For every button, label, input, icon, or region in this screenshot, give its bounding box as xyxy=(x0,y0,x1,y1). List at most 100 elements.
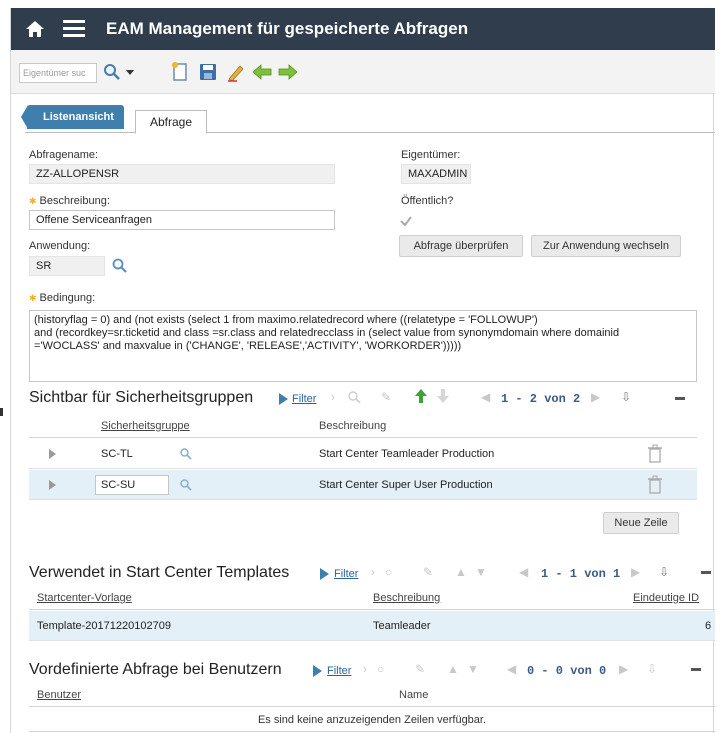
templates-title: Verwendet in Start Center Templates xyxy=(29,564,290,581)
col-unique-id[interactable]: Eindeutige ID xyxy=(633,592,699,604)
down-arrow-icon[interactable]: ▼ xyxy=(467,662,479,676)
filter-triangle-icon[interactable] xyxy=(279,393,288,405)
public-checkbox-icon[interactable] xyxy=(399,214,413,228)
next-page-icon[interactable]: ▶ xyxy=(591,390,600,404)
owner-search-input[interactable]: Eigentümer suc xyxy=(19,63,97,83)
download-icon[interactable]: ⇩ xyxy=(647,662,657,676)
owner-label: Eigentümer: xyxy=(401,149,461,161)
clear-filter-icon[interactable]: ✎ xyxy=(415,662,425,676)
prev-page-icon[interactable]: ◀ xyxy=(507,662,516,676)
application-field[interactable]: SR xyxy=(29,256,105,276)
download-icon[interactable]: ⇩ xyxy=(659,565,669,579)
security-group-input[interactable]: SC-SU xyxy=(95,475,169,495)
users-pager: 0 - 0 von 0 xyxy=(527,664,607,678)
home-icon[interactable] xyxy=(25,19,45,39)
table-row[interactable]: SC-TL Start Center Teamleader Production xyxy=(29,439,697,469)
query-name-field[interactable]: ZZ-ALLOPENSR xyxy=(29,164,335,184)
delete-trash-icon[interactable] xyxy=(647,444,663,464)
lookup-icon[interactable] xyxy=(179,478,193,492)
col-description[interactable]: Beschreibung xyxy=(373,592,440,604)
previous-arrow-icon[interactable] xyxy=(251,61,273,83)
prev-page-icon[interactable]: ◀ xyxy=(519,565,528,579)
filter-chevron-icon[interactable]: › xyxy=(363,662,367,676)
collapse-section-icon[interactable] xyxy=(701,571,711,574)
description-input[interactable]: Offene Serviceanfragen xyxy=(29,210,335,230)
goto-application-button[interactable]: Zur Anwendung wechseln xyxy=(531,235,681,257)
security-groups-header: Sicherheitsgruppe Beschreibung xyxy=(29,416,697,438)
application-lookup-icon[interactable] xyxy=(111,257,129,275)
up-arrow-icon[interactable]: ▲ xyxy=(447,662,459,676)
tab-query[interactable]: Abfrage xyxy=(135,110,208,134)
search-icon[interactable]: ○ xyxy=(385,565,392,579)
users-header: Benutzer Name xyxy=(29,685,715,707)
cell-description: Start Center Teamleader Production xyxy=(319,448,495,460)
clear-filter-icon[interactable]: ✎ xyxy=(423,565,433,579)
next-page-icon[interactable]: ▶ xyxy=(631,565,640,579)
save-icon[interactable] xyxy=(197,61,219,83)
clear-eraser-icon[interactable] xyxy=(225,61,247,83)
condition-line-1: (historyflag = 0) and (not exists (selec… xyxy=(34,314,538,326)
public-label: Öffentlich? xyxy=(401,195,454,207)
search-icon[interactable]: ○ xyxy=(377,662,384,676)
new-query-icon[interactable] xyxy=(169,61,191,83)
up-arrow-icon[interactable]: ▲ xyxy=(455,565,467,579)
toolbar: Eigentümer suc xyxy=(11,50,715,94)
delete-trash-icon[interactable] xyxy=(647,475,663,495)
clear-filter-icon[interactable]: ✎ xyxy=(381,390,391,404)
search-icon[interactable] xyxy=(101,61,123,83)
condition-line-3: ='WOCLASS' and maxvalue in ('CHANGE', 'R… xyxy=(34,340,462,352)
security-groups-title: Sichtbar für Sicherheitsgruppen xyxy=(29,389,254,406)
lookup-icon[interactable] xyxy=(179,447,193,461)
application-label: Anwendung: xyxy=(29,240,91,252)
table-row[interactable]: Template-20171220102709 Teamleader 6 xyxy=(29,611,715,641)
users-title: Vordefinierte Abfrage bei Benutzern xyxy=(29,661,282,678)
download-icon[interactable]: ⇩ xyxy=(621,390,631,404)
templates-header: Startcenter-Vorlage Beschreibung Eindeut… xyxy=(29,588,715,610)
col-description[interactable]: Beschreibung xyxy=(319,420,386,432)
cell-description: Start Center Super User Production xyxy=(319,479,493,491)
col-security-group[interactable]: Sicherheitsgruppe xyxy=(101,420,190,432)
tab-bar: Listenansicht Abfrage xyxy=(21,103,715,134)
table-row[interactable]: SC-SU Start Center Super User Production xyxy=(29,470,697,500)
left-gutter xyxy=(0,0,10,733)
col-template[interactable]: Startcenter-Vorlage xyxy=(37,592,132,604)
filter-triangle-icon[interactable] xyxy=(313,665,322,677)
owner-field: MAXADMIN xyxy=(401,164,471,184)
col-name[interactable]: Name xyxy=(399,689,428,701)
hamburger-menu-icon[interactable] xyxy=(63,20,85,38)
expand-row-icon[interactable] xyxy=(49,449,56,459)
col-user[interactable]: Benutzer xyxy=(37,689,81,701)
condition-textarea[interactable]: (historyflag = 0) and (not exists (selec… xyxy=(29,310,697,382)
users-filter-link[interactable]: Filter xyxy=(327,665,351,677)
security-groups-pager: 1 - 2 von 2 xyxy=(501,392,581,406)
next-arrow-icon[interactable] xyxy=(277,61,299,83)
cell-security-group: SC-SU xyxy=(101,479,136,491)
next-page-icon[interactable]: ▶ xyxy=(619,662,628,676)
cell-template: Template-20171220102709 xyxy=(37,620,171,632)
down-arrow-icon[interactable] xyxy=(435,388,451,404)
query-name-label: Abfragename: xyxy=(29,149,99,161)
search-icon[interactable] xyxy=(347,390,361,404)
collapse-handle[interactable] xyxy=(0,408,3,416)
page-title: EAM Management für gespeicherte Abfragen xyxy=(106,19,469,38)
check-query-button[interactable]: Abfrage überprüfen xyxy=(399,235,523,257)
templates-pager: 1 - 1 von 1 xyxy=(541,567,621,581)
download-up-arrow-icon[interactable] xyxy=(413,388,429,404)
condition-label: Bedingung: xyxy=(29,292,96,304)
templates-filter-link[interactable]: Filter xyxy=(334,568,358,580)
description-label: Beschreibung: xyxy=(29,195,110,207)
collapse-section-icon[interactable] xyxy=(691,668,701,671)
filter-chevron-icon[interactable]: › xyxy=(371,565,375,579)
dropdown-arrow-icon[interactable] xyxy=(123,61,137,83)
security-groups-filter-link[interactable]: Filter xyxy=(292,393,316,405)
down-arrow-icon[interactable]: ▼ xyxy=(475,565,487,579)
title-bar: EAM Management für gespeicherte Abfragen xyxy=(11,8,715,50)
filter-triangle-icon[interactable] xyxy=(320,568,329,580)
expand-row-icon[interactable] xyxy=(49,480,56,490)
tab-list-view[interactable]: Listenansicht xyxy=(21,105,124,129)
collapse-section-icon[interactable] xyxy=(675,397,685,400)
prev-page-icon[interactable]: ◀ xyxy=(481,390,490,404)
condition-line-2: and (recordkey=sr.ticketid and class =sr… xyxy=(34,327,620,339)
new-row-button[interactable]: Neue Zeile xyxy=(603,512,679,534)
filter-chevron-icon[interactable]: › xyxy=(331,390,335,404)
